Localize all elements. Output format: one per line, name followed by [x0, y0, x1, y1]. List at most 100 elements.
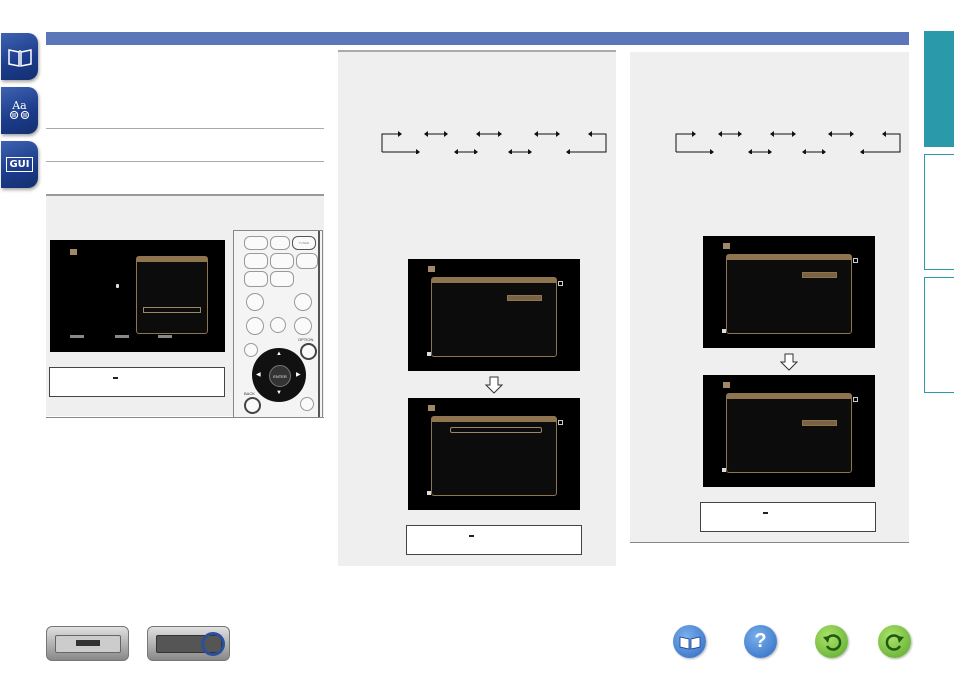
tuner-label: TUNER — [298, 241, 310, 245]
sequence-diagram — [381, 131, 607, 154]
section-header-bar — [46, 32, 909, 45]
down-arrow-icon — [780, 353, 798, 371]
magnifier-icon — [201, 632, 225, 656]
setting-window — [726, 254, 852, 334]
menu-header — [727, 394, 851, 399]
nav-glossary-button[interactable]: Aa ⊜⊜ — [1, 87, 38, 134]
remote-control: TUNER OPTION ENTER ▲ ▼ ◀ ▶ BACK — [233, 230, 323, 418]
options-menu — [136, 256, 208, 334]
note-mark — [469, 535, 474, 537]
enter-label: ENTER — [273, 373, 287, 379]
help-icon: ? — [754, 630, 767, 652]
guide-mark — [115, 335, 129, 338]
note-box — [700, 502, 876, 532]
nav-manual-button[interactable] — [1, 33, 38, 80]
rear-panel-icon — [156, 632, 225, 656]
note-mark — [113, 377, 118, 379]
setting-window — [431, 277, 557, 357]
menu-header — [137, 257, 207, 262]
left-arrow-icon[interactable]: ◀ — [256, 371, 261, 378]
divider — [630, 542, 909, 543]
text-input-field — [450, 427, 542, 433]
remote-button[interactable] — [270, 271, 294, 287]
remote-button[interactable] — [270, 236, 290, 250]
forward-page-button[interactable] — [878, 625, 911, 658]
menu-header — [727, 255, 851, 260]
option-label: OPTION — [298, 337, 314, 342]
cursor-pad[interactable]: ENTER ▲ ▼ ◀ ▶ — [252, 348, 306, 402]
rear-panel-button[interactable] — [147, 626, 230, 661]
guide-mark — [158, 335, 172, 338]
back-page-button[interactable] — [815, 625, 848, 658]
up-arrow-icon[interactable]: ▲ — [276, 351, 282, 357]
back-icon — [822, 633, 841, 651]
tab-section-3[interactable] — [924, 277, 954, 393]
display-window — [76, 640, 100, 646]
remote-button[interactable] — [296, 253, 318, 269]
remote-button[interactable] — [270, 253, 294, 269]
menu-cursor — [143, 307, 201, 313]
tv-screen-after — [703, 375, 875, 487]
scroll-mark — [558, 281, 563, 286]
volume-down-button[interactable] — [294, 317, 312, 335]
down-arrow-icon — [485, 376, 503, 394]
back-label: BACK — [244, 391, 255, 396]
remote-button[interactable] — [244, 236, 268, 250]
guide-mark — [427, 491, 431, 495]
tv-screen — [50, 240, 225, 352]
gui-icon: GUI — [6, 157, 33, 172]
menu-header — [432, 278, 556, 283]
nav-gui-button[interactable]: GUI — [1, 141, 38, 188]
front-panel-icon — [55, 635, 121, 653]
guide-mark — [427, 352, 431, 356]
note-box — [406, 525, 582, 555]
right-arrow-icon[interactable]: ▶ — [296, 371, 301, 378]
setup-button[interactable] — [300, 397, 314, 411]
tv-screen-before — [408, 259, 580, 371]
guide-mark — [722, 329, 726, 333]
value-field — [802, 272, 837, 278]
front-panel-button[interactable] — [46, 626, 129, 661]
scroll-mark — [853, 258, 858, 263]
volume-up-button[interactable] — [294, 293, 312, 311]
setting-window — [726, 393, 852, 473]
folder-icon — [428, 405, 435, 411]
divider — [46, 128, 324, 129]
folder-icon — [70, 249, 77, 255]
tab-section-2[interactable] — [924, 154, 954, 270]
remote-edge — [318, 231, 320, 417]
tuner-button[interactable]: TUNER — [292, 236, 316, 250]
enter-button[interactable]: ENTER — [269, 365, 291, 387]
value-field — [802, 420, 837, 426]
glossary-icon: Aa ⊜⊜ — [8, 98, 31, 123]
remote-button[interactable] — [244, 253, 268, 269]
option-button[interactable] — [300, 343, 317, 360]
remote-button[interactable] — [244, 271, 268, 287]
folder-icon — [723, 243, 730, 249]
contents-icon — [679, 636, 700, 649]
sequence-diagram — [675, 131, 901, 154]
info-button[interactable] — [244, 343, 258, 357]
guide-mark — [722, 468, 726, 472]
help-button[interactable]: ? — [744, 625, 777, 658]
channel-up-button[interactable] — [246, 293, 264, 311]
tv-screen-after — [408, 398, 580, 510]
guide-mark — [70, 335, 84, 338]
divider — [46, 161, 324, 162]
cursor-icon — [116, 284, 119, 288]
folder-icon — [428, 266, 435, 272]
note-mark — [763, 512, 768, 514]
channel-down-button[interactable] — [246, 317, 264, 335]
input-window — [431, 416, 557, 496]
tv-screen-before — [703, 236, 875, 348]
contents-button[interactable] — [673, 625, 706, 658]
scroll-mark — [853, 397, 858, 402]
folder-icon — [723, 382, 730, 388]
forward-icon — [885, 633, 904, 651]
back-button[interactable] — [244, 397, 261, 414]
note-box — [49, 367, 225, 397]
menu-header — [432, 417, 556, 422]
down-arrow-icon[interactable]: ▼ — [276, 390, 282, 396]
mute-button[interactable] — [270, 317, 286, 333]
tab-section-1[interactable] — [924, 31, 954, 147]
